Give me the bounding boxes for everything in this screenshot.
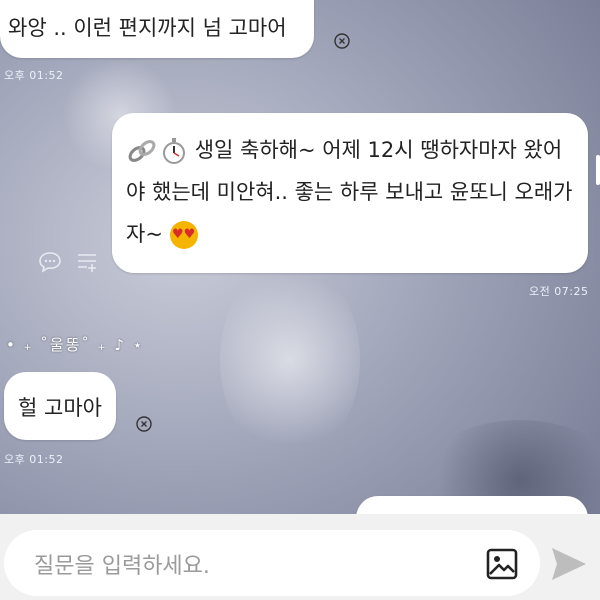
image-icon[interactable]: [485, 547, 519, 581]
message-bubble-received[interactable]: 와앙 .. 이런 편지까지 넘 고마어: [0, 0, 314, 58]
message-time: 오전 07:25: [529, 285, 589, 298]
message-text: 헐 고마아: [18, 396, 102, 420]
close-circle-icon[interactable]: [334, 33, 350, 49]
close-circle-icon[interactable]: [136, 416, 152, 432]
edge-bubble-fragment: [596, 155, 600, 185]
message-bubble-received[interactable]: 헐 고마아: [4, 372, 116, 440]
sticker-text: • ₊ ˚울똥˚ ₊ ♪ ⋆: [6, 336, 145, 354]
message-bubble-sent[interactable]: 생일 축하해~ 어제 12시 땡하자마자 왔어야 했는데 미안혀.. 좋는 하루…: [112, 113, 588, 273]
heart-eyes-cat-icon: ♥♥: [169, 221, 198, 249]
list-add-icon[interactable]: [76, 251, 98, 273]
background-snow: [220, 260, 360, 460]
message-time: 오후 01:52: [4, 453, 64, 466]
chat-bubble-icon[interactable]: [38, 251, 62, 273]
message-time: 오후 01:52: [4, 69, 64, 82]
message-input-container[interactable]: 질문을 입력하세요.: [4, 530, 540, 596]
stopwatch-icon: [163, 138, 185, 164]
message-text: 와앙 .. 이런 편지까지 넘 고마어: [8, 16, 287, 40]
send-icon[interactable]: [549, 545, 589, 583]
link-icon: [128, 140, 156, 162]
message-input-placeholder[interactable]: 질문을 입력하세요.: [34, 548, 210, 580]
message-body: 생일 축하해~ 어제 12시 땡하자마자 왔어야 했는데 미안혀.. 좋는 하루…: [126, 129, 576, 255]
